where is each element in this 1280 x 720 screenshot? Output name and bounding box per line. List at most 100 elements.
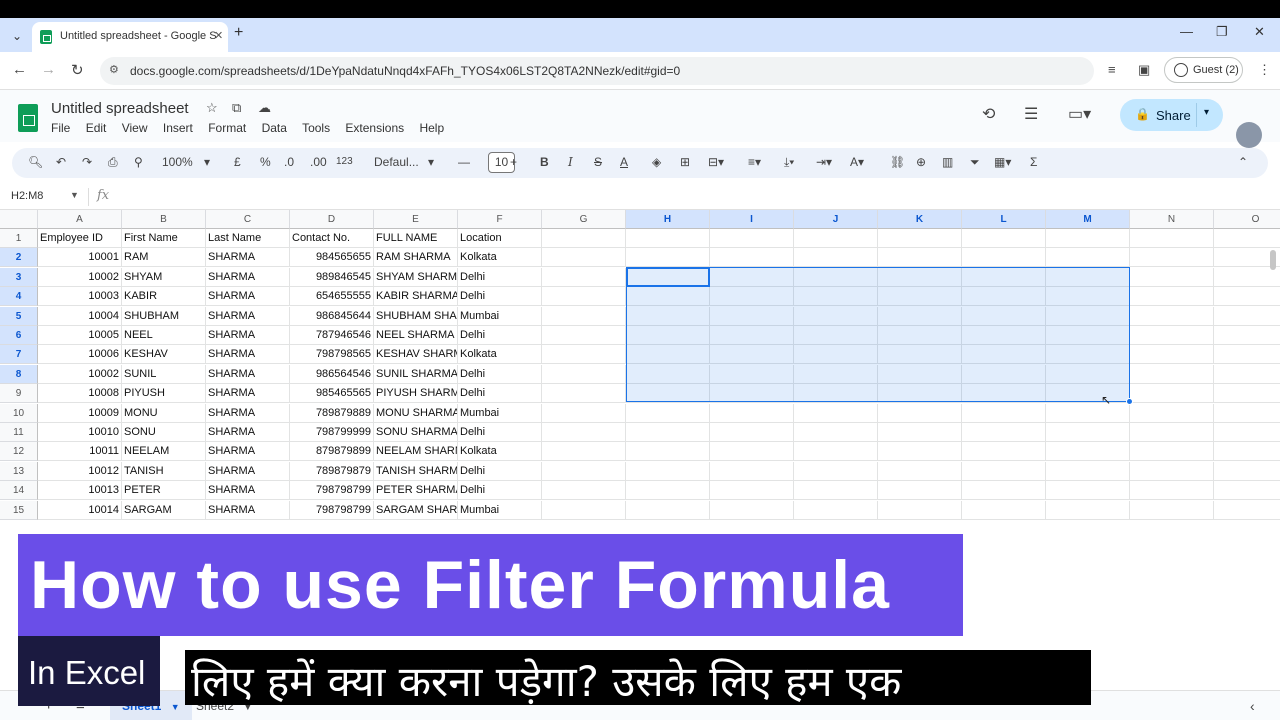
data-cell[interactable]: Delhi — [458, 364, 542, 384]
empty-cell[interactable] — [794, 403, 878, 423]
column-header-c[interactable]: C — [206, 210, 290, 229]
back-icon[interactable]: ← — [12, 61, 27, 78]
empty-cell[interactable] — [878, 442, 962, 462]
close-window-icon[interactable]: ✕ — [1254, 24, 1265, 40]
filter-icon[interactable]: ⏷ — [970, 155, 980, 170]
empty-cell[interactable] — [542, 345, 626, 365]
empty-cell[interactable] — [1130, 500, 1214, 520]
data-cell[interactable]: Delhi — [458, 384, 542, 404]
data-cell[interactable]: SHARMA — [206, 423, 290, 442]
data-cell[interactable]: SHARMA — [206, 442, 290, 462]
empty-cell[interactable] — [1046, 500, 1130, 520]
empty-cell[interactable] — [878, 461, 962, 481]
new-tab-icon[interactable]: + — [234, 24, 243, 42]
menu-extensions[interactable]: Extensions — [345, 121, 404, 135]
empty-cell[interactable] — [794, 500, 878, 520]
menu-view[interactable]: View — [122, 121, 148, 135]
data-cell[interactable]: 10006 — [38, 345, 122, 365]
empty-cell[interactable] — [626, 248, 710, 268]
data-cell[interactable]: SARGAM SHARMA — [374, 500, 458, 520]
empty-cell[interactable] — [878, 248, 962, 268]
sheets-logo-icon[interactable] — [18, 104, 38, 132]
empty-cell[interactable] — [1214, 481, 1280, 501]
data-cell[interactable]: 10001 — [38, 248, 122, 268]
empty-cell[interactable] — [626, 442, 710, 462]
column-header-m[interactable]: M — [1046, 210, 1130, 229]
data-cell[interactable]: PIYUSH SHARMA — [374, 384, 458, 404]
paint-format-icon[interactable]: ⚲ — [134, 155, 143, 169]
minimize-icon[interactable]: — — [1180, 24, 1193, 39]
empty-cell[interactable] — [542, 364, 626, 384]
document-title[interactable]: Untitled spreadsheet — [51, 100, 189, 117]
column-header-f[interactable]: F — [458, 210, 542, 229]
column-header-o[interactable]: O — [1214, 210, 1280, 229]
empty-cell[interactable] — [710, 481, 794, 501]
data-cell[interactable]: Delhi — [458, 423, 542, 442]
column-header-e[interactable]: E — [374, 210, 458, 229]
empty-cell[interactable] — [1214, 462, 1280, 481]
data-cell[interactable]: 789879879 — [290, 461, 374, 481]
empty-cell[interactable] — [710, 442, 794, 462]
row-header-1[interactable]: 1 — [0, 229, 38, 248]
sheet-tab-chevron-icon[interactable]: ▼ — [171, 702, 180, 712]
empty-cell[interactable] — [1130, 306, 1214, 326]
empty-cell[interactable] — [1214, 442, 1280, 462]
data-cell[interactable]: Mumbai — [458, 403, 542, 423]
empty-cell[interactable] — [1046, 248, 1130, 268]
empty-cell[interactable] — [1046, 461, 1130, 481]
empty-cell[interactable] — [794, 481, 878, 501]
column-header-l[interactable]: L — [962, 210, 1046, 229]
data-cell[interactable]: 10009 — [38, 403, 122, 423]
row-header-8[interactable]: 8 — [0, 364, 38, 384]
empty-cell[interactable] — [710, 403, 794, 423]
empty-cell[interactable] — [1214, 501, 1280, 520]
text-wrap-icon[interactable]: ⇥▾ — [816, 155, 832, 169]
font-select[interactable]: Defaul... — [374, 155, 419, 169]
data-cell[interactable]: 986845644 — [290, 306, 374, 326]
row-header-3[interactable]: 3 — [0, 267, 38, 287]
data-cell[interactable]: SARGAM — [122, 500, 206, 520]
data-cell[interactable]: SHUBHAM SHARMA — [374, 306, 458, 326]
row-header-5[interactable]: 5 — [0, 306, 38, 326]
empty-cell[interactable] — [626, 229, 710, 248]
filter-views-icon[interactable]: ▦▾ — [994, 155, 1011, 169]
vertical-scrollbar[interactable] — [1270, 250, 1276, 270]
empty-cell[interactable] — [542, 287, 626, 307]
data-cell[interactable]: SUNIL — [122, 364, 206, 384]
empty-cell[interactable] — [1130, 267, 1214, 287]
data-cell[interactable]: KABIR SHARMA — [374, 287, 458, 307]
data-cell[interactable]: SHYAM — [122, 267, 206, 287]
select-all-corner[interactable] — [0, 210, 38, 229]
empty-cell[interactable] — [1130, 345, 1214, 365]
text-color-icon[interactable]: A — [620, 155, 628, 169]
data-cell[interactable]: NEELAM — [122, 442, 206, 462]
data-cell[interactable]: 986564546 — [290, 364, 374, 384]
borders-icon[interactable]: ⊞ — [680, 155, 690, 169]
data-cell[interactable]: TANISH — [122, 461, 206, 481]
empty-cell[interactable] — [1130, 423, 1214, 442]
text-rotation-icon[interactable]: A▾ — [850, 155, 864, 169]
data-cell[interactable]: SHARMA — [206, 461, 290, 481]
header-cell[interactable]: Employee ID — [38, 229, 122, 248]
empty-cell[interactable] — [1046, 229, 1130, 248]
empty-cell[interactable] — [1130, 326, 1214, 345]
data-cell[interactable]: SHARMA — [206, 403, 290, 423]
empty-cell[interactable] — [710, 500, 794, 520]
redo-icon[interactable]: ↷ — [82, 155, 92, 169]
empty-cell[interactable] — [962, 423, 1046, 442]
empty-cell[interactable] — [1046, 442, 1130, 462]
collapse-menus-icon[interactable]: ⌃ — [1238, 155, 1248, 169]
media-icon[interactable]: ≡ — [1108, 62, 1116, 77]
empty-cell[interactable] — [542, 326, 626, 345]
zoom-chevron-icon[interactable]: ▾ — [204, 155, 210, 169]
undo-icon[interactable]: ↶ — [56, 155, 66, 169]
avatar[interactable] — [1236, 122, 1262, 148]
menu-edit[interactable]: Edit — [86, 121, 107, 135]
empty-cell[interactable] — [1214, 345, 1280, 365]
empty-cell[interactable] — [542, 306, 626, 326]
empty-cell[interactable] — [542, 248, 626, 268]
column-header-n[interactable]: N — [1130, 210, 1214, 229]
merge-cells-icon[interactable]: ⊟▾ — [708, 155, 724, 169]
move-folder-icon[interactable]: ⧉ — [232, 100, 241, 116]
increase-font-size-icon[interactable]: + — [510, 155, 517, 169]
